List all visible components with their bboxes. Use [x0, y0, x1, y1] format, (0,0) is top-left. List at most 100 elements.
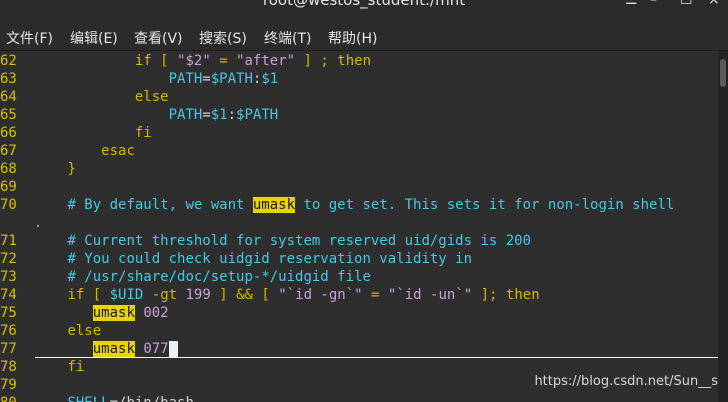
menu-search[interactable]: 搜索(S)	[199, 28, 247, 48]
menu-file[interactable]: 文件(F)	[6, 28, 53, 48]
editor-line: 66 fi	[0, 124, 152, 142]
menu-view[interactable]: 查看(V)	[134, 28, 183, 48]
line-number: 71	[0, 233, 34, 249]
line-number: 70	[0, 197, 34, 213]
code-token: :	[227, 107, 237, 123]
line-number: 62	[0, 53, 34, 69]
editor-line: 68 }	[0, 160, 76, 178]
editor-line: 77 umask 077	[0, 340, 178, 358]
watermark: https://blog.csdn.net/Sun__s	[534, 374, 718, 389]
code-token: then	[337, 53, 371, 69]
editor-line: 71 # Current threshold for system reserv…	[0, 232, 531, 250]
scrollbar-thumb[interactable]	[720, 59, 726, 87]
code-token: ];	[480, 287, 498, 303]
editor-line: 69	[0, 178, 34, 196]
code-token: -gt	[151, 287, 178, 303]
code-token: =	[219, 53, 228, 69]
code-token: else	[67, 323, 102, 339]
code-token: $1	[210, 107, 228, 123]
code-token: $1	[261, 71, 279, 87]
line-number: 65	[0, 107, 34, 123]
editor-line: 76 else	[0, 322, 101, 340]
editor-line: 73 # /usr/share/doc/setup-*/uidgid file	[0, 268, 371, 286]
line-number: 76	[0, 323, 34, 339]
cursorline-underline	[35, 357, 718, 358]
terminal-window: root@westos_student:/mnt ☰ – ☐ × 文件(F) 编…	[0, 0, 728, 402]
line-number: 77	[0, 341, 34, 357]
editor-line: 62 if [ "$2" = "after" ] ; then	[0, 52, 371, 70]
code-token: $UID	[109, 287, 144, 303]
code-token: SHELL	[67, 395, 109, 402]
code-token: "`id -un`"	[387, 287, 473, 303]
code-token: .	[33, 215, 43, 231]
code-token: $PATH	[210, 71, 253, 87]
menu-edit[interactable]: 编辑(E)	[70, 28, 118, 48]
editor-line: 64 else	[0, 88, 169, 106]
code-token: PATH	[168, 107, 203, 123]
maximize-icon[interactable]: ☐	[680, 0, 693, 8]
terminal-content[interactable]: 62 if [ "$2" = "after" ] ; then 63 PATH=$…	[0, 51, 718, 402]
close-icon[interactable]: ×	[708, 0, 720, 8]
menu-icon[interactable]: ☰	[625, 0, 638, 8]
menu-terminal[interactable]: 终端(T)	[264, 28, 311, 48]
code-token: "`id -gn`"	[278, 287, 363, 303]
line-number: 74	[0, 287, 34, 303]
line-number: 66	[0, 125, 34, 141]
code-token: # Current threshold for system reserved …	[67, 233, 532, 249]
minimize-icon[interactable]: –	[650, 0, 657, 8]
editor-line: 70 # By default, we want umask to get se…	[0, 196, 674, 214]
search-highlight: umask	[252, 197, 296, 213]
code-token: 199	[185, 287, 211, 303]
code-token: if	[67, 287, 85, 303]
editor-line: 65 PATH=$1:$PATH	[0, 106, 278, 124]
search-highlight: umask	[92, 305, 135, 321]
code-token: "$2"	[177, 53, 211, 69]
code-token: [	[92, 287, 102, 303]
editor-line: 80 SHELL=/bin/bash	[0, 394, 194, 402]
editor-line: 63 PATH=$PATH:$1	[0, 70, 278, 88]
code-token: ]	[303, 53, 312, 69]
code-token: "after"	[236, 53, 296, 69]
code-token: # /usr/share/doc/setup-*/uidgid file	[67, 269, 371, 285]
code-token: 077	[143, 341, 169, 357]
editor-line: 75 umask 002	[0, 304, 169, 322]
code-token: [	[160, 53, 169, 69]
line-number: 78	[0, 359, 34, 375]
line-number: 68	[0, 161, 34, 177]
text-cursor	[168, 341, 178, 357]
code-token: fi	[67, 359, 85, 375]
title-bar: root@westos_student:/mnt ☰ – ☐ ×	[0, 0, 728, 24]
code-token: esac	[101, 143, 135, 159]
code-token: to get set. This sets it for non-login s…	[295, 197, 675, 213]
scrollbar[interactable]	[718, 51, 728, 402]
code-token: =/bin/bash	[110, 395, 194, 402]
search-highlight: umask	[92, 341, 135, 357]
code-token: 002	[143, 305, 169, 321]
code-token: $PATH	[236, 107, 279, 123]
code-token: ]	[219, 287, 228, 303]
code-token: &&	[236, 287, 253, 303]
code-token: ;	[320, 53, 329, 69]
editor-line: 72 # You could check uidgid reservation …	[0, 250, 472, 268]
menu-help[interactable]: 帮助(H)	[328, 28, 377, 48]
